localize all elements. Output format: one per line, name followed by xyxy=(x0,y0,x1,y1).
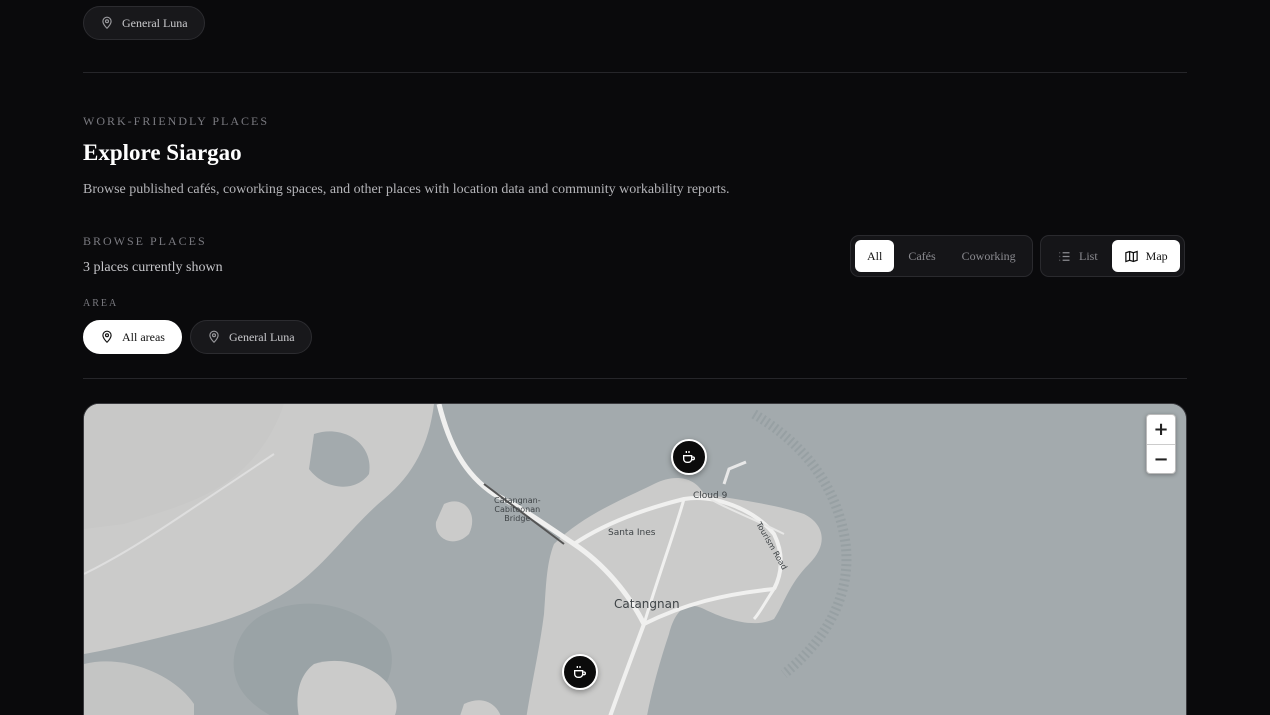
page-title: Explore Siargao xyxy=(83,140,242,165)
places-map[interactable]: Catangnan- Cabitoonan Bridge Cloud 9 San… xyxy=(83,403,1187,715)
location-pin-icon xyxy=(102,330,112,344)
map-label-santa-ines: Santa Ines xyxy=(608,528,656,538)
type-filter-all[interactable]: All xyxy=(855,240,895,272)
view-map-button[interactable]: Map xyxy=(1111,240,1180,272)
divider xyxy=(83,378,1187,379)
view-toggle: List Map xyxy=(1040,235,1185,277)
map-label-cloud9: Cloud 9 xyxy=(693,491,728,501)
browse-eyebrow: BROWSE PLACES xyxy=(83,234,207,248)
map-icon xyxy=(1124,250,1138,262)
map-tiles xyxy=(84,404,1186,715)
area-chip-general-luna-top[interactable]: General Luna xyxy=(83,6,205,40)
coffee-icon xyxy=(683,451,695,463)
area-chip-all-areas[interactable]: All areas xyxy=(83,320,182,354)
view-list-button[interactable]: List xyxy=(1045,240,1110,272)
coffee-icon xyxy=(574,666,586,678)
zoom-out-button[interactable]: − xyxy=(1147,444,1175,473)
location-pin-icon xyxy=(102,16,112,30)
divider xyxy=(83,72,1187,73)
area-filter: All areas General Luna xyxy=(83,320,312,354)
area-chip-general-luna[interactable]: General Luna xyxy=(189,320,312,354)
zoom-control: + − xyxy=(1146,414,1176,474)
map-label-bridge: Catangnan- Cabitoonan Bridge xyxy=(494,496,541,523)
area-chip-label: General Luna xyxy=(228,329,295,344)
list-icon xyxy=(1059,251,1070,261)
type-filter: All Cafés Coworking xyxy=(850,235,1033,277)
page-description: Browse published cafés, coworking spaces… xyxy=(83,182,730,197)
zoom-in-button[interactable]: + xyxy=(1147,415,1175,444)
type-filter-coworking[interactable]: Coworking xyxy=(950,240,1028,272)
map-label-catangnan: Catangnan xyxy=(614,597,680,611)
hero-eyebrow: WORK-FRIENDLY PLACES xyxy=(83,114,270,128)
place-marker[interactable] xyxy=(562,654,598,690)
location-pin-icon xyxy=(209,330,219,344)
area-chip-label: All areas xyxy=(122,329,165,344)
area-label: AREA xyxy=(83,298,119,309)
places-count: 3 places currently shown xyxy=(83,260,223,275)
view-list-label: List xyxy=(1079,248,1098,263)
area-chip-label: General Luna xyxy=(122,15,188,30)
type-filter-cafes[interactable]: Cafés xyxy=(896,240,947,272)
view-map-label: Map xyxy=(1145,248,1168,263)
place-marker[interactable] xyxy=(671,439,707,475)
